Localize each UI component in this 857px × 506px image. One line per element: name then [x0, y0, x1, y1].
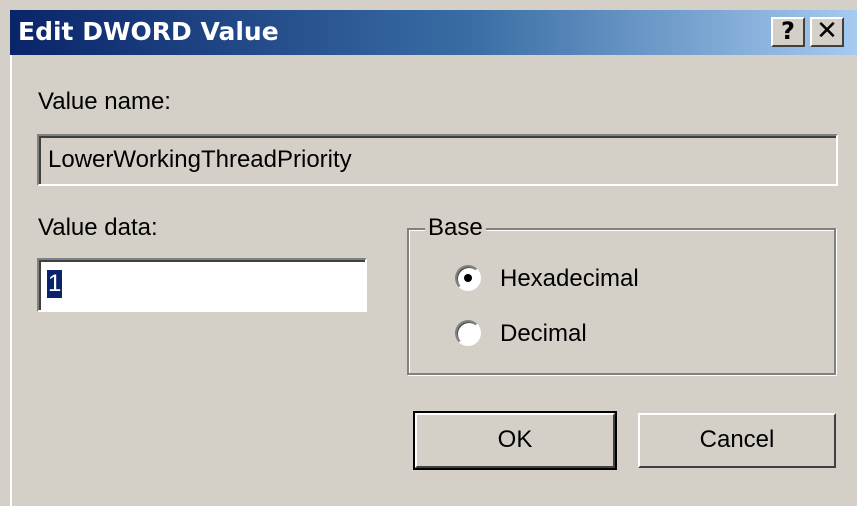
- value-data-label: Value data:: [38, 214, 158, 241]
- help-button[interactable]: ?: [771, 17, 805, 47]
- cancel-button[interactable]: Cancel: [638, 413, 836, 468]
- value-name-field-bevel: [39, 136, 836, 184]
- close-button[interactable]: ✕: [810, 17, 844, 47]
- value-name-label: Value name:: [38, 88, 171, 115]
- value-data-input[interactable]: 1: [37, 258, 367, 312]
- decimal-label[interactable]: Decimal: [500, 320, 587, 348]
- value-data-input-bevel: [39, 260, 365, 310]
- radio-selected-dot: [464, 274, 472, 282]
- close-icon: ✕: [816, 16, 838, 46]
- dialog-title: Edit DWORD Value: [18, 17, 279, 46]
- window-border: [10, 55, 12, 506]
- ok-button[interactable]: OK: [413, 411, 617, 470]
- base-groupbox: [407, 228, 836, 375]
- title-bar[interactable]: Edit DWORD Value ? ✕: [10, 10, 857, 55]
- hexadecimal-radio[interactable]: [455, 265, 481, 291]
- decimal-radio[interactable]: [455, 320, 481, 346]
- value-data-text: 1: [47, 270, 63, 298]
- edit-dword-dialog: Edit DWORD Value ? ✕ Value name: LowerWo…: [0, 0, 857, 506]
- help-icon: ?: [781, 17, 795, 45]
- hexadecimal-label[interactable]: Hexadecimal: [500, 265, 639, 293]
- value-name-field[interactable]: LowerWorkingThreadPriority: [37, 134, 838, 186]
- base-group-label: Base: [425, 214, 486, 242]
